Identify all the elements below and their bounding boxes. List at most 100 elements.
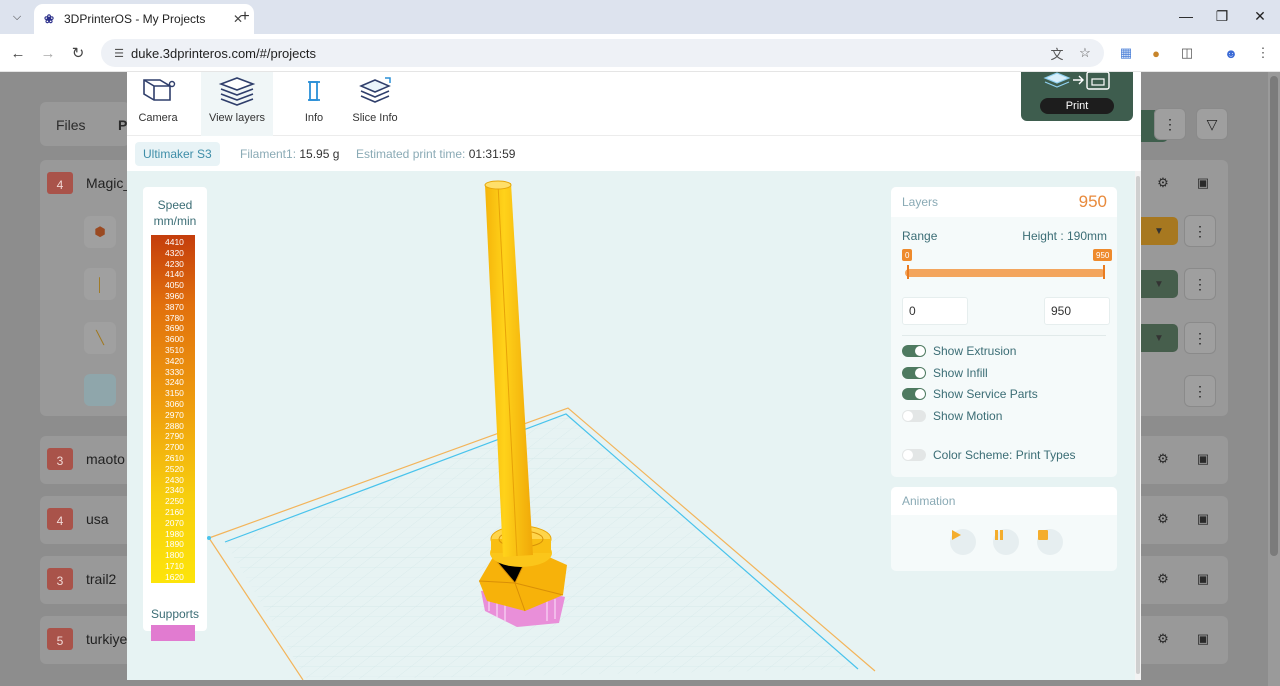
close-window-button[interactable]: ✕ [1250,8,1270,25]
bg-folder-icon: 4 [47,508,73,530]
bg-hex-part-icon: ⬢ [94,224,106,239]
gcode-viewer-modal: Camera View layers Info Slice Info Print… [127,71,1141,680]
extension-avatar-icon[interactable]: ● [1146,43,1166,63]
print-button[interactable]: Print [1040,98,1114,114]
min-layer-input[interactable] [902,297,968,325]
stop-button[interactable] [1037,529,1063,555]
show-infill-label: Show Infill [933,366,988,380]
tab-search-button[interactable]: ⌵ [6,6,28,28]
printer-model-chip: Ultimaker S3 [135,142,220,166]
minimize-window-button[interactable]: — [1176,8,1196,24]
url-text: duke.3dprinteros.com/#/projects [131,46,316,61]
toggle-show-extrusion[interactable]: Show Extrusion [902,343,1016,359]
speed-legend-value: 2250 [165,496,184,507]
translate-icon[interactable]: 文 [1048,44,1066,62]
back-button[interactable]: ← [8,43,28,63]
3d-viewport[interactable]: Speed mm/min 4410 4320 4230 4140 4050 3960 387… [127,171,1135,680]
restore-window-button[interactable]: ❐ [1212,8,1232,25]
bookmark-star-icon[interactable]: ☆ [1076,44,1094,62]
bg-project-name: Magic_ [86,175,132,191]
speed-legend-value: 4320 [165,247,184,258]
bg-tab-projects: P [118,117,128,133]
speed-legend-value: 2790 [165,431,184,442]
speed-legend-value: 2880 [165,420,184,431]
supports-color-swatch [151,625,195,641]
speed-legend-value: 2340 [165,485,184,496]
play-button[interactable] [950,529,976,555]
speed-gradient-bar: 4410 4320 4230 4140 4050 3960 3870 3780 3690 3600… [151,235,195,583]
speed-legend-value: 1980 [165,528,184,539]
3dprinteros-favicon-icon: ❀ [43,12,55,26]
speed-legend-value: 3420 [165,355,184,366]
speed-legend-value: 1710 [165,560,184,571]
bg-row-dots: ⋮ [1184,268,1216,300]
browser-toolbar: ← → ↻ ☰ duke.3dprinteros.com/#/projects … [0,34,1280,72]
page-scrollbar-thumb[interactable] [1270,76,1278,556]
speed-legend-value: 1890 [165,539,184,550]
reload-button[interactable]: ↻ [68,43,88,63]
height-label: Height : 190mm [1022,229,1107,243]
extension-doc-icon[interactable]: ▦ [1116,43,1136,63]
speed-legend-value: 2970 [165,409,184,420]
layers-divider [902,335,1106,336]
bg-dropdown: ▼ [1140,324,1178,352]
site-info-icon[interactable]: ☰ [111,45,127,61]
browser-tab[interactable]: ❀ 3DPrinterOS - My Projects ✕ [34,4,254,34]
tool-view-layers-label: View layers [208,112,266,124]
toggle-show-service-parts[interactable]: Show Service Parts [902,386,1038,402]
toggle-show-motion[interactable]: Show Motion [902,408,1002,424]
bg-share-icon: ⚙ [1157,451,1169,466]
speed-legend-title-line1: Speed [157,198,193,212]
speed-legend-value: 1800 [165,550,184,561]
speed-legend-value: 1620 [165,571,184,582]
speed-legend-value: 2160 [165,506,184,517]
bg-project-name: turkiye [86,631,128,647]
speed-legend-value: 4050 [165,280,184,291]
bg-folder-icon: 3 [47,448,73,470]
show-service-parts-switch[interactable] [902,388,926,400]
animation-panel: Animation [891,487,1117,571]
viewer-scrollbar-thumb[interactable] [1136,176,1140,674]
bg-tab-files: Files [56,117,86,133]
max-layer-input[interactable] [1044,297,1110,325]
bg-trash-icon: ▣ [1196,511,1210,526]
range-max-handle[interactable] [1103,265,1105,279]
address-bar[interactable]: ☰ duke.3dprinteros.com/#/projects 文 ☆ [101,39,1104,67]
speed-legend-value: 3330 [165,366,184,377]
bg-row-dots: ⋮ [1184,322,1216,354]
toggle-color-scheme[interactable]: Color Scheme: Print Types [902,447,1076,463]
plate-origin-marker [207,536,211,540]
tool-slice-info[interactable]: Slice Info [349,72,401,136]
tool-view-layers[interactable]: View layers [201,72,273,136]
profile-icon[interactable]: ☻ [1221,43,1241,63]
speed-legend-value: 3600 [165,334,184,345]
pause-button[interactable] [993,529,1019,555]
speed-legend-value: 3690 [165,323,184,334]
speed-legend-value: 3780 [165,312,184,323]
show-infill-switch[interactable] [902,367,926,379]
range-min-handle[interactable] [907,265,909,279]
new-tab-button[interactable]: + [235,7,255,27]
bg-trash-icon: ▣ [1196,631,1210,646]
viewer-toolbar: Camera View layers Info Slice Info Print [127,71,1141,136]
tool-camera[interactable]: Camera [133,72,183,136]
extensions-puzzle-icon[interactable]: ◫ [1177,43,1197,63]
color-scheme-label: Color Scheme: Print Types [933,448,1076,462]
bg-menu-dots: ⋮ [1154,108,1186,140]
bg-share-icon: ⚙ [1157,631,1169,646]
print-panel[interactable]: Print [1021,71,1133,121]
color-scheme-switch[interactable] [902,449,926,461]
speed-legend-value: 2610 [165,452,184,463]
tool-info[interactable]: Info [294,72,334,136]
tool-camera-label: Camera [138,112,178,124]
browser-menu-icon[interactable]: ⋮ [1253,43,1273,63]
show-motion-switch[interactable] [902,410,926,422]
pause-icon [995,530,1003,540]
show-extrusion-switch[interactable] [902,345,926,357]
speed-legend-value: 4230 [165,258,184,269]
forward-button[interactable]: → [38,43,58,63]
layer-range-slider[interactable] [905,269,1105,277]
print-time-info: Estimated print time: 01:31:59 [356,147,515,161]
toggle-show-infill[interactable]: Show Infill [902,365,988,381]
model-tower-top [484,180,512,190]
